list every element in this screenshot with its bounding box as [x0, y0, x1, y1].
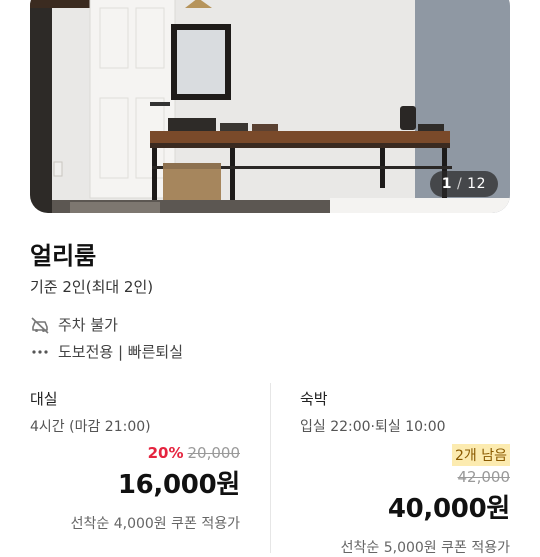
stay-coupon-note: 선착순 5,000원 쿠폰 적용가 [340, 540, 510, 556]
stay-original-price: 42,000 [457, 468, 511, 486]
day-use-option[interactable]: 대실 4시간 (마감 21:00) 20% 20,000 16,000원 선착순 … [30, 388, 240, 533]
stay-remaining-badge: 2개 남음 [452, 444, 510, 466]
room-photo-carousel[interactable]: 1 / 12 [30, 0, 510, 213]
column-divider [270, 383, 271, 553]
day-use-discount-percent: 20% [147, 444, 184, 462]
no-parking-icon [30, 315, 50, 335]
photo-counter-current: 1 [441, 176, 453, 192]
parking-info: 주차 불가 [30, 314, 118, 335]
day-use-coupon-note: 선착순 4,000원 쿠폰 적용가 [70, 516, 240, 532]
day-use-original-price: 20,000 [187, 444, 241, 462]
stay-price-box: 2개 남음 42,000 40,000원 [300, 436, 510, 525]
room-title: 얼리룸 [30, 242, 97, 270]
walk-info: 도보전용 | 빠른퇴실 [30, 341, 183, 362]
room-capacity: 기준 2인(최대 2인) [30, 278, 154, 296]
walk-label: 도보전용 | 빠른퇴실 [58, 343, 183, 361]
photo-counter-separator: / [457, 176, 463, 192]
stay-discount: 42,000 [300, 468, 511, 486]
parking-label: 주차 불가 [58, 316, 118, 334]
stay-price: 40,000원 [387, 494, 510, 524]
stay-time: 입실 22:00·퇴실 10:00 [300, 419, 446, 435]
day-use-price-box: 20% 20,000 16,000원 [30, 444, 240, 501]
stay-option[interactable]: 숙박 입실 22:00·퇴실 10:00 2개 남음 42,000 40,000… [300, 388, 510, 557]
photo-counter: 1 / 12 [429, 171, 498, 197]
more-dots-icon [30, 342, 50, 362]
day-use-label: 대실 [30, 390, 58, 408]
photo-counter-total: 12 [467, 176, 486, 192]
stay-label: 숙박 [300, 390, 328, 408]
day-use-discount: 20% 20,000 [30, 444, 240, 462]
day-use-time: 4시간 (마감 21:00) [30, 419, 151, 435]
day-use-price: 16,000원 [117, 470, 240, 500]
